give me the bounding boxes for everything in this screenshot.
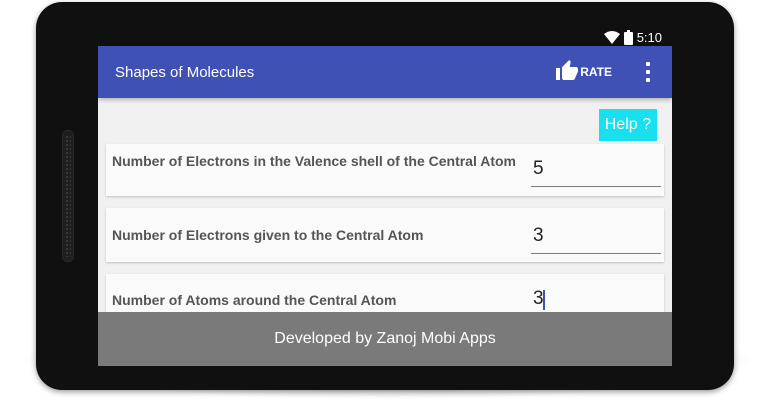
- electrons-given-input[interactable]: [531, 218, 661, 254]
- app-bar: Shapes of Molecules RATE: [98, 46, 672, 98]
- help-button[interactable]: Help ?: [598, 109, 657, 141]
- status-time: 5:10: [636, 29, 662, 45]
- speaker-grille: [62, 130, 74, 262]
- atoms-around-label: Number of Atoms around the Central Atom: [112, 292, 397, 308]
- text-cursor: [543, 290, 545, 310]
- status-bar: 5:10: [98, 28, 672, 46]
- overflow-menu-icon[interactable]: [638, 57, 658, 87]
- thumbs-up-icon: [555, 59, 579, 86]
- electrons-given-card: Number of Electrons given to the Central…: [106, 208, 664, 262]
- valence-electrons-label: Number of Electrons in the Valence shell…: [112, 153, 517, 169]
- rate-button[interactable]: RATE: [555, 59, 612, 86]
- wifi-icon: [603, 30, 620, 44]
- valence-electrons-input[interactable]: [531, 151, 661, 187]
- app-screen: 5:10 Shapes of Molecules RATE Help ? Num…: [98, 28, 672, 366]
- developer-footer: Developed by Zanoj Mobi Apps: [98, 312, 672, 366]
- rate-label: RATE: [580, 65, 612, 79]
- valence-electrons-card: Number of Electrons in the Valence shell…: [106, 144, 664, 196]
- app-title: Shapes of Molecules: [115, 63, 255, 81]
- electrons-given-label: Number of Electrons given to the Central…: [112, 227, 424, 243]
- battery-icon: [623, 29, 633, 45]
